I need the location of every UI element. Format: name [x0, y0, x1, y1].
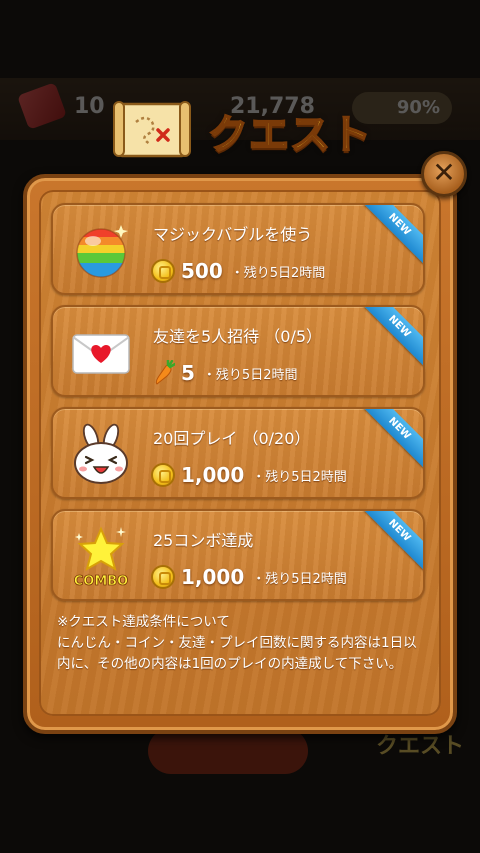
reward-row: 1,000 ・残り5日2時間: [151, 461, 347, 489]
time-remaining: ・残り5日2時間: [202, 367, 298, 383]
quest-title-text: 友達を5人招待 （0/5）: [153, 327, 323, 346]
time-remaining: ・残り5日2時間: [252, 571, 347, 587]
quest-header: クエスト: [112, 96, 382, 162]
quest-title: クエスト: [207, 111, 372, 159]
new-badge: NEW: [357, 307, 423, 369]
combo-text: COMBO: [74, 574, 129, 589]
magic-bubble-icon: [76, 225, 128, 278]
bunny-face-icon: [74, 423, 128, 484]
close-button[interactable]: ✕: [421, 151, 467, 197]
reward-amount: 1,000: [181, 463, 245, 487]
new-badge: NEW: [357, 511, 423, 573]
new-badge: NEW: [357, 409, 423, 471]
reward-row: 1,000 ・残り5日2時間: [151, 563, 347, 591]
quest-conditions-note: ※クエスト達成条件について にんじん・コイン・友達・プレイ回数に関する内容は1日…: [57, 614, 417, 672]
coin-icon: [151, 259, 175, 283]
combo-star-icon: COMBO: [73, 526, 129, 589]
background-play-button: [148, 728, 308, 774]
new-badge: NEW: [357, 205, 423, 267]
treasure-map-scroll-icon: [113, 101, 191, 158]
quest-item-play-count[interactable]: 20回プレイ （0/20） 1,000 ・残り5日2時間 NEW: [51, 407, 425, 499]
reward-amount: 1,000: [181, 565, 245, 589]
quest-title-text: 20回プレイ （0/20）: [153, 429, 311, 448]
carrot-icon: [155, 360, 175, 385]
quest-item-magic-bubble[interactable]: マジックバブルを使う 500 ・残り5日2時間 NEW: [51, 203, 425, 295]
quest-item-combo[interactable]: COMBO 25コンボ達成 1,000 ・残り5日2時間 NEW: [51, 509, 425, 601]
reward-row: 5 ・残り5日2時間: [151, 359, 297, 387]
gem-count: 10: [74, 94, 105, 119]
heart-letter-icon: [72, 334, 130, 374]
coin-icon: [151, 463, 175, 487]
coin-icon: [151, 565, 175, 589]
reward-amount: 500: [181, 259, 223, 283]
time-remaining: ・残り5日2時間: [230, 265, 326, 281]
quest-title-text: マジックバブルを使う: [153, 225, 313, 244]
quest-title-text: 25コンボ達成: [153, 531, 254, 550]
reward-row: 500 ・残り5日2時間: [151, 257, 325, 285]
time-remaining: ・残り5日2時間: [252, 469, 347, 485]
quest-item-invite-friends[interactable]: 友達を5人招待 （0/5） 5 ・残り5日2時間 NEW: [51, 305, 425, 397]
reward-amount: 5: [181, 361, 195, 385]
